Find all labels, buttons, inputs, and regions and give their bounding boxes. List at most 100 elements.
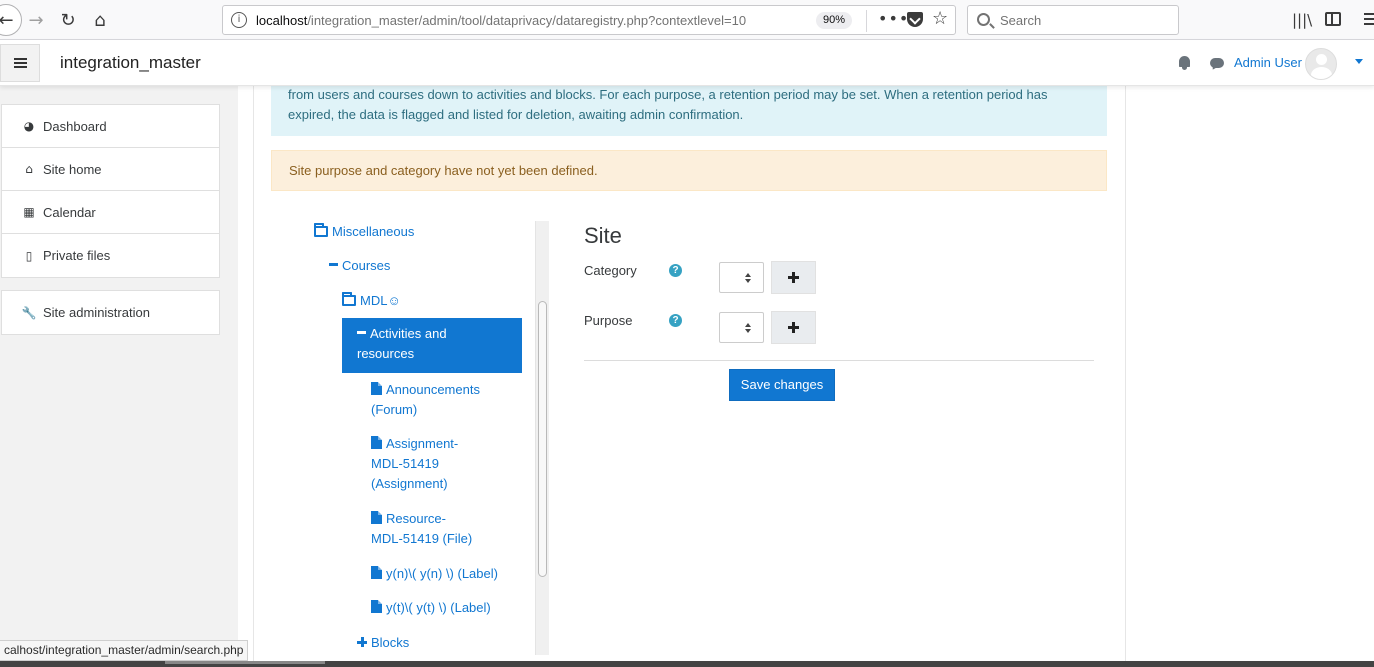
pocket-icon[interactable] [907,12,923,27]
tree-node-announcements[interactable]: Announcements (Forum) [371,380,480,420]
messages-icon[interactable] [1210,58,1224,68]
warning-alert: Site purpose and category have not yet b… [271,150,1107,191]
nav-item-label: Dashboard [43,118,107,134]
file-icon [371,511,382,524]
drawer-toggle-button[interactable] [0,44,40,82]
hamburger-menu-icon[interactable] [1364,13,1374,15]
wrench-icon: 🔧 [21,305,37,320]
url-text[interactable]: localhost/integration_master/admin/tool/… [256,13,746,28]
nav-item-dashboard[interactable]: ◕ Dashboard [2,105,219,148]
tree-node-label-2[interactable]: y(t)\( y(t) \) (Label) [371,598,491,618]
expand-icon [357,637,367,647]
file-icon [371,600,382,613]
tree-node-label: Activities and [370,326,447,341]
tree-node-resource[interactable]: Resource- MDL-51419 (File) [371,509,472,549]
category-select[interactable] [719,262,764,293]
reload-icon[interactable]: ↻ [54,6,82,34]
folder-open-icon [342,292,356,306]
page-actions-icon[interactable]: ••• [878,9,909,28]
help-icon[interactable]: ? [669,314,682,327]
folder-open-icon [314,223,328,237]
purpose-label: Purpose [584,313,633,328]
url-separator [866,10,867,32]
user-menu-caret-icon[interactable] [1355,59,1363,64]
plus-icon [788,272,799,283]
nav-group-main: ◕ Dashboard ⌂ Site home ▦ Calendar ▯ Pri… [1,104,220,278]
tree-node-courses[interactable]: Courses [329,256,390,276]
browser-toolbar: ← → ↻ ⌂ i localhost/integration_master/a… [0,0,1374,40]
tree-node-label: (Assignment) [371,476,448,491]
notification-bell-icon[interactable] [1179,56,1190,70]
collapse-icon [357,331,366,334]
home-icon[interactable]: ⌂ [86,6,114,34]
nav-item-private-files[interactable]: ▯ Private files [2,234,219,277]
site-brand[interactable]: integration_master [60,53,201,73]
add-purpose-button[interactable] [771,311,816,344]
site-info-icon[interactable]: i [231,12,247,28]
tree-node-label: resources [357,346,415,361]
tree-node-label: MDL-51419 (File) [371,531,473,546]
collapse-icon [329,263,338,266]
user-menu-name[interactable]: Admin User [1234,55,1302,70]
region-border [253,86,254,667]
tree-node-label: Miscellaneous [332,224,415,239]
search-icon [977,13,990,26]
forward-arrow-icon[interactable]: → [22,6,50,34]
nav-item-label: Calendar [43,204,96,220]
nav-item-calendar[interactable]: ▦ Calendar [2,191,219,234]
bookmark-star-icon[interactable]: ☆ [932,8,948,29]
tree-node-mdl[interactable]: MDL☺ [342,291,401,311]
info-alert-line: expired, the data is flagged and listed … [288,107,744,122]
url-bar[interactable]: i localhost/integration_master/admin/too… [222,5,956,35]
search-placeholder: Search [1000,13,1042,28]
help-icon[interactable]: ? [669,264,682,277]
context-title: Site [584,223,622,248]
nav-item-label: Site administration [43,305,150,320]
tree-node-activities-and-resources[interactable]: Activities and resources [342,318,522,373]
zoom-level-badge[interactable]: 90% [816,12,853,29]
browser-status-bar: calhost/integration_master/admin/search.… [0,640,249,661]
url-path: /integration_master/admin/tool/datapriva… [307,13,747,28]
avatar[interactable] [1305,48,1337,80]
calendar-icon: ▦ [23,205,35,219]
purpose-select[interactable] [719,312,764,343]
sidebar-toggle-icon[interactable] [1325,12,1341,26]
data-registry-tree: Miscellaneous Courses MDL☺ Activities an… [271,221,549,667]
tree-node-label: Resource- [386,511,446,526]
info-alert-line: from users and courses down to activitie… [288,87,1048,102]
home-icon: ⌂ [25,162,33,176]
add-category-button[interactable] [771,261,816,294]
file-icon: ▯ [25,248,33,263]
nav-item-label: Private files [43,248,111,263]
tree-node-miscellaneous[interactable]: Miscellaneous [314,222,414,242]
tree-node-label: (Forum) [371,402,418,417]
region-border [1125,86,1126,667]
tree-node-label: MDL☺ [360,293,401,308]
hamburger-icon [14,58,27,60]
back-arrow-icon[interactable]: ← [0,4,22,36]
tree-node-label-1[interactable]: y(n)\( y(n) \) (Label) [371,564,498,584]
page-content: from users and courses down to activitie… [238,86,1374,667]
tree-node-label: Blocks [371,635,410,650]
save-changes-button[interactable]: Save changes [729,369,835,401]
file-icon [371,382,382,395]
nav-item-site-administration[interactable]: 🔧 Site administration [2,291,219,334]
horizontal-scrollbar[interactable] [0,661,1374,667]
library-icon[interactable]: |||\ [1292,11,1312,29]
url-host: localhost [256,13,308,28]
tree-node-label: MDL-51419 [371,456,439,471]
tree-node-label: Courses [342,258,391,273]
tree-node-blocks[interactable]: Blocks [357,633,409,653]
form-divider [584,360,1094,361]
site-navbar: integration_master Admin User [0,40,1374,86]
nav-item-site-home[interactable]: ⌂ Site home [2,148,219,191]
tree-scrollbar-thumb[interactable] [538,301,547,577]
tree-scrollbar[interactable] [535,221,549,655]
tree-node-label: y(n)\( y(n) \) (Label) [386,566,498,581]
nav-item-label: Site home [43,161,102,177]
dashboard-icon: ◕ [23,119,35,133]
nav-group-admin: 🔧 Site administration [1,290,220,335]
tree-node-label: Announcements [386,382,480,397]
browser-search-input[interactable]: Search [967,5,1179,35]
tree-node-assignment[interactable]: Assignment- MDL-51419 (Assignment) [371,434,458,494]
